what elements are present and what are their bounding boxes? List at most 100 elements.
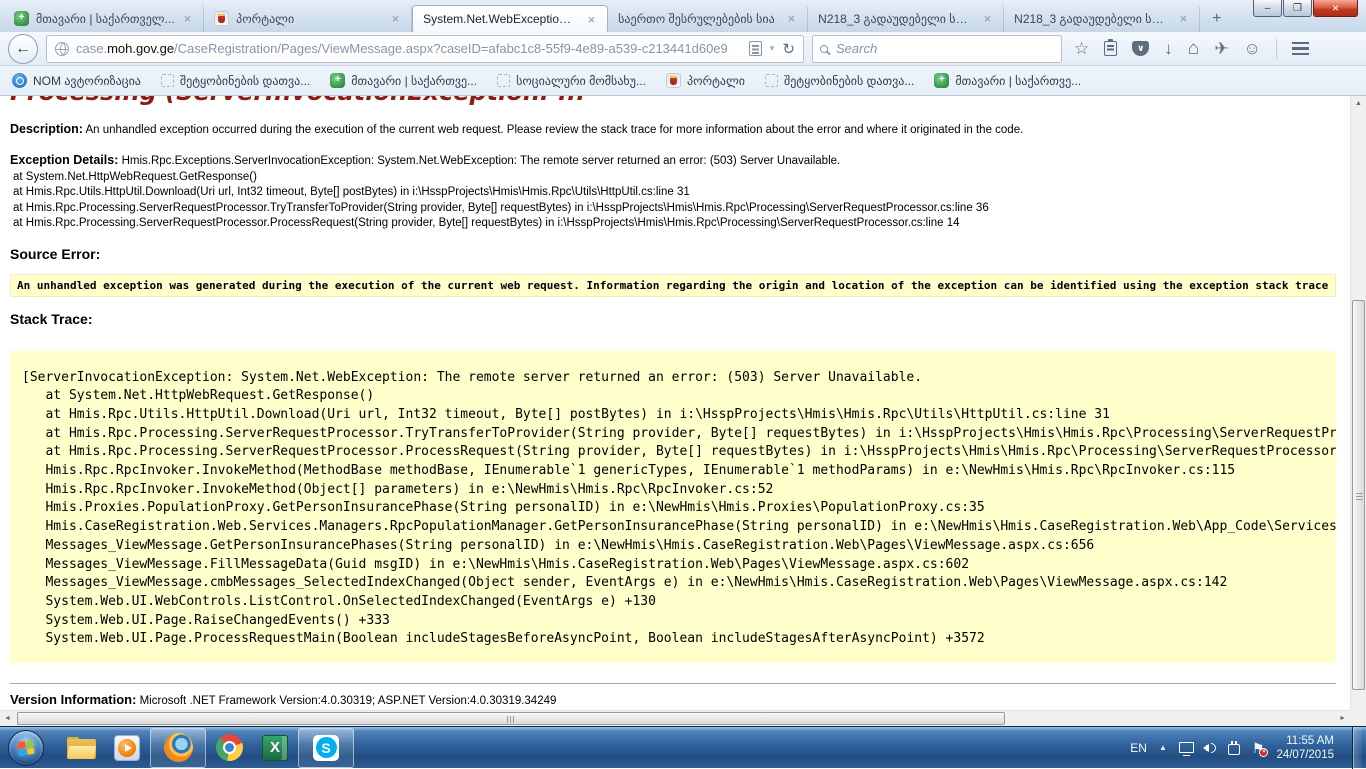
url-text: case.moh.gov.ge/CaseRegistration/Pages/V… — [76, 41, 728, 56]
url-bar[interactable]: case.moh.gov.ge/CaseRegistration/Pages/V… — [46, 35, 804, 63]
search-input[interactable] — [834, 40, 1054, 57]
bookmark-label: მთავარი | საქართვე... — [351, 74, 477, 88]
action-center-flag-icon[interactable]: ⚑× — [1252, 741, 1265, 755]
home-icon[interactable]: ⌂ — [1188, 40, 1199, 57]
navigation-toolbar: ← case.moh.gov.ge/CaseRegistration/Pages… — [0, 32, 1366, 66]
tab-portal[interactable]: პორტალი × — [204, 5, 412, 32]
vertical-scrollbar[interactable]: ▲ ▼ — [1350, 96, 1366, 726]
close-icon[interactable]: × — [390, 11, 402, 26]
tab-label: მთავარი | საქართველ... — [36, 12, 175, 26]
tab-home-georgia[interactable]: + მთავარი | საქართველ... × — [4, 5, 204, 32]
taskbar-firefox-icon-active[interactable] — [150, 728, 206, 768]
downloads-icon[interactable]: ↓ — [1164, 40, 1173, 57]
reader-mode-icon[interactable] — [749, 41, 762, 56]
close-window-button[interactable]: × — [1313, 0, 1358, 17]
exception-details-block: Exception Details: Hmis.Rpc.Exceptions.S… — [10, 153, 1350, 232]
close-icon[interactable]: × — [786, 11, 798, 26]
bookmark-messages-1[interactable]: შეტყობინების დათვა... — [161, 74, 310, 88]
bookmark-social[interactable]: სოციალური მომსახუ... — [497, 74, 646, 88]
taskbar-skype-icon-active[interactable]: S — [298, 728, 354, 768]
stack-line: [ServerInvocationException: System.Net.W… — [22, 369, 1336, 388]
close-icon[interactable]: × — [586, 12, 598, 27]
scroll-left-arrow[interactable]: ◄ — [4, 715, 11, 722]
network-icon[interactable] — [1179, 742, 1194, 753]
restore-button[interactable]: ❐ — [1283, 0, 1312, 17]
version-line: Version Information: Microsoft .NET Fram… — [10, 692, 1350, 707]
tab-strip: + მთავარი | საქართველ... × პორტალი × Sys… — [0, 0, 1366, 32]
bookmark-home-2[interactable]: + მთავარი | საქართვე... — [934, 73, 1081, 88]
exception-details-label: Exception Details: — [10, 153, 118, 167]
bookmark-home-1[interactable]: + მთავარი | საქართვე... — [330, 73, 477, 88]
bookmark-nom[interactable]: NOM ავტორიზაცია — [12, 73, 141, 88]
bookmark-label: მთავარი | საქართვე... — [955, 74, 1081, 88]
back-button[interactable]: ← — [8, 34, 38, 64]
bookmark-portal[interactable]: პორტალი — [666, 73, 745, 88]
close-icon[interactable]: × — [982, 11, 994, 26]
taskbar-chrome-icon[interactable] — [206, 728, 252, 768]
source-error-heading: Source Error: — [10, 246, 1350, 262]
bookmarks-menu-icon[interactable] — [1104, 41, 1117, 56]
tab-common-list[interactable]: საერთო შესრულებების სია × — [608, 5, 808, 32]
stack-trace-box: [ServerInvocationException: System.Net.W… — [10, 351, 1336, 664]
bookmark-label: პორტალი — [687, 74, 745, 88]
bookmark-label: სოციალური მომსახუ... — [516, 74, 646, 88]
stack-line: Hmis.Rpc.RpcInvoker.InvokeMethod(Object[… — [22, 481, 1336, 500]
taskbar-excel-icon[interactable]: X — [252, 728, 298, 768]
stack-line: System.Web.UI.Page.ProcessRequestMain(Bo… — [22, 630, 1336, 649]
horizontal-scroll-thumb[interactable] — [17, 712, 1005, 725]
georgia-emblem-icon — [214, 11, 229, 26]
taskbar-explorer-icon[interactable] — [58, 728, 104, 768]
scroll-right-arrow[interactable]: ► — [1339, 715, 1346, 722]
start-button[interactable] — [8, 730, 44, 766]
language-indicator[interactable]: EN — [1130, 741, 1147, 755]
description-line: Description: An unhandled exception occu… — [10, 122, 1350, 136]
toolbar-separator — [1276, 39, 1277, 59]
exception-details-text: Hmis.Rpc.Exceptions.ServerInvocationExce… — [118, 155, 840, 167]
clock-time: 11:55 AM — [1276, 734, 1334, 748]
vertical-scroll-thumb[interactable] — [1352, 300, 1365, 690]
stack-line: Hmis.Proxies.PopulationProxy.GetPersonIn… — [22, 499, 1336, 518]
source-error-box: An unhandled exception was generated dur… — [10, 274, 1336, 297]
windows-flag-icon — [17, 739, 34, 756]
placeholder-icon — [765, 74, 778, 87]
chevron-down-icon[interactable]: ▾ — [770, 43, 775, 54]
hidden-icons-arrow[interactable]: ▲ — [1159, 743, 1167, 752]
taskbar-media-player-icon[interactable] — [104, 728, 150, 768]
scroll-up-arrow[interactable]: ▲ — [1355, 100, 1362, 107]
pocket-icon[interactable]: ∨ — [1132, 41, 1149, 56]
hello-smiley-icon[interactable]: ☺ — [1243, 40, 1260, 57]
minimize-button[interactable]: – — [1253, 0, 1282, 17]
stack-line: Messages_ViewMessage.GetPersonInsuranceP… — [22, 537, 1336, 556]
volume-icon[interactable] — [1206, 743, 1216, 753]
stack-line: at Hmis.Rpc.Processing.ServerRequestProc… — [22, 425, 1336, 444]
bookmark-star-icon[interactable]: ☆ — [1074, 40, 1089, 57]
georgia-emblem-icon — [666, 73, 681, 88]
search-box[interactable] — [812, 35, 1062, 63]
exception-frame: at Hmis.Rpc.Processing.ServerRequestProc… — [10, 201, 1350, 217]
chrome-icon — [216, 734, 243, 761]
exception-frame: at System.Net.HttpWebRequest.GetResponse… — [10, 170, 1350, 186]
new-tab-button[interactable]: + — [1200, 5, 1233, 32]
url-path: /CaseRegistration/Pages/ViewMessage.aspx… — [174, 41, 728, 56]
horizontal-scrollbar[interactable]: ◄ ► — [0, 710, 1350, 726]
description-text: An unhandled exception occurred during t… — [83, 124, 1023, 136]
stack-trace-heading: Stack Trace: — [10, 311, 1350, 327]
menu-hamburger-icon[interactable] — [1292, 42, 1309, 55]
health-shield-icon: + — [934, 73, 949, 88]
close-icon[interactable]: × — [1178, 11, 1190, 26]
removable-device-icon[interactable] — [1228, 744, 1240, 755]
stack-line: Messages_ViewMessage.FillMessageData(Gui… — [22, 556, 1336, 575]
clock[interactable]: 11:55 AM 24/07/2015 — [1276, 734, 1340, 762]
show-desktop-button[interactable] — [1352, 727, 1362, 769]
share-plane-icon[interactable]: ✈ — [1214, 40, 1228, 57]
tab-n218-1[interactable]: N218_3 გადაუდებელი სტა... × — [808, 5, 1004, 32]
tab-n218-2[interactable]: N218_3 გადაუდებელი სტა... × — [1004, 5, 1200, 32]
stack-line: System.Web.UI.Page.RaiseChangedEvents() … — [22, 612, 1336, 631]
stack-line: System.Web.UI.WebControls.ListControl.On… — [22, 593, 1336, 612]
bookmark-messages-2[interactable]: შეტყობინების დათვა... — [765, 74, 914, 88]
search-icon — [820, 45, 828, 53]
close-icon[interactable]: × — [182, 11, 194, 26]
toolbar-icons: ☆ ∨ ↓ ⌂ ✈ ☺ — [1070, 39, 1309, 59]
reload-icon[interactable]: ↻ — [782, 40, 795, 58]
tab-webexception-active[interactable]: System.Net.WebException: ... × — [412, 5, 608, 32]
